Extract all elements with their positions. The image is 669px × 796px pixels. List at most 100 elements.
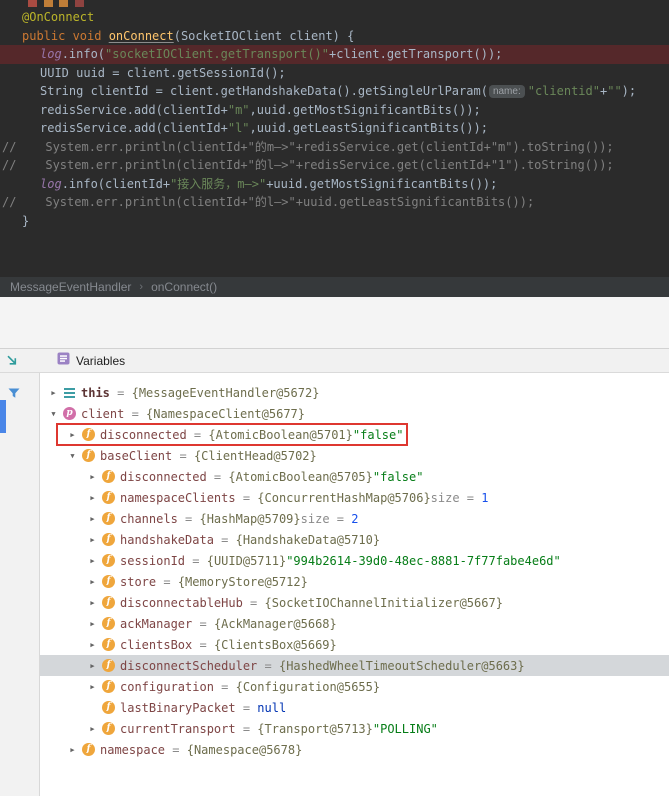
equals-sign: = — [214, 533, 236, 547]
variable-name: disconnectScheduler — [120, 659, 257, 673]
equals-sign: = — [236, 722, 258, 736]
code-token: } — [22, 214, 29, 228]
variable-row-ackManager[interactable]: ▶fackManager = {AckManager@5668} — [40, 613, 669, 634]
equals-sign: = — [236, 491, 258, 505]
variable-row-channels[interactable]: ▶fchannels = {HashMap@5709} size = 2 — [40, 508, 669, 529]
code-token: redisService.add(clientId+ — [40, 121, 228, 135]
object-reference: {HashMap@5709} — [199, 512, 300, 526]
variable-name: store — [120, 575, 156, 589]
clipped-glyph — [59, 0, 68, 7]
field-icon: f — [102, 533, 115, 546]
chevron-right-icon[interactable]: ▶ — [65, 431, 80, 439]
variable-name: lastBinaryPacket — [120, 701, 236, 715]
equals-sign: = — [243, 596, 265, 610]
code-token: ,uuid.getLeastSignificantBits()); — [250, 121, 488, 135]
variable-name: channels — [120, 512, 178, 526]
code-token: redisService.add(clientId+ — [40, 103, 228, 117]
variable-value: "false" — [373, 470, 424, 484]
chevron-right-icon[interactable]: ▶ — [85, 515, 100, 523]
variables-panel-body: ▶this = {MessageEventHandler@5672}▼pclie… — [0, 373, 669, 796]
variable-name: disconnected — [100, 428, 187, 442]
object-reference: {Namespace@5678} — [187, 743, 303, 757]
code-token: log — [40, 177, 62, 191]
field-icon: f — [102, 722, 115, 735]
variable-row-configuration[interactable]: ▶fconfiguration = {Configuration@5655} — [40, 676, 669, 697]
field-icon: f — [102, 680, 115, 693]
equals-sign: = — [187, 428, 209, 442]
code-line-breakpoint[interactable]: log.info("socketIOClient.getTransport()"… — [0, 45, 669, 64]
code-line[interactable]: log.info(clientId+"接入服务，m—>"+uuid.getMos… — [0, 175, 669, 194]
code-line[interactable]: // System.err.println(clientId+"的m—>"+re… — [0, 138, 669, 157]
variable-row-disconnected[interactable]: ▶fdisconnected = {AtomicBoolean@5701} "f… — [40, 424, 669, 445]
breadcrumb-class[interactable]: MessageEventHandler — [10, 280, 131, 294]
equals-sign: = — [156, 575, 178, 589]
variable-name: disconnected — [120, 470, 207, 484]
variable-value: size = — [301, 512, 352, 526]
chevron-down-icon[interactable]: ▼ — [46, 410, 61, 418]
toolwindow-accent-bar — [0, 400, 6, 433]
code-line[interactable]: // System.err.println(clientId+"的l—>"+re… — [0, 156, 669, 175]
code-line[interactable]: // System.err.println(clientId+"的l—>"+uu… — [0, 193, 669, 212]
variable-row-client[interactable]: ▼pclient = {NamespaceClient@5677} — [40, 403, 669, 424]
equals-sign: = — [192, 638, 214, 652]
variable-row-sessionId[interactable]: ▶fsessionId = {UUID@5711} "994b2614-39d0… — [40, 550, 669, 571]
variable-row-currentTransport[interactable]: ▶fcurrentTransport = {Transport@5713} "P… — [40, 718, 669, 739]
variable-row-namespaceClients[interactable]: ▶fnamespaceClients = {ConcurrentHashMap@… — [40, 487, 669, 508]
chevron-right-icon[interactable]: ▶ — [85, 620, 100, 628]
code-token: ,uuid.getMostSignificantBits()); — [250, 103, 481, 117]
chevron-right-icon[interactable]: ▶ — [85, 662, 100, 670]
variable-name: this — [81, 386, 110, 400]
variable-name: baseClient — [100, 449, 172, 463]
code-line[interactable]: UUID uuid = client.getSessionId(); — [0, 64, 669, 83]
code-line[interactable]: String clientId = client.getHandshakeDat… — [0, 82, 669, 101]
variables-tab[interactable]: Variables — [57, 352, 125, 370]
variable-row-baseClient[interactable]: ▼fbaseClient = {ClientHead@5702} — [40, 445, 669, 466]
this-variable-icon — [63, 386, 76, 399]
code-token: "socketIOClient.getTransport()" — [105, 47, 329, 61]
code-line[interactable]: redisService.add(clientId+"m",uuid.getMo… — [0, 101, 669, 120]
chevron-down-icon[interactable]: ▼ — [65, 452, 80, 460]
chevron-right-icon[interactable]: ▶ — [85, 578, 100, 586]
chevron-right-icon[interactable]: ▶ — [85, 473, 100, 481]
chevron-right-icon[interactable]: ▶ — [85, 725, 100, 733]
chevron-right-icon[interactable]: ▶ — [85, 494, 100, 502]
variable-row-store[interactable]: ▶fstore = {MemoryStore@5712} — [40, 571, 669, 592]
code-line[interactable]: } — [0, 212, 669, 231]
object-reference: {ClientsBox@5669} — [214, 638, 337, 652]
variable-row-handshakeData[interactable]: ▶fhandshakeData = {HandshakeData@5710} — [40, 529, 669, 550]
variable-row-clientsBox[interactable]: ▶fclientsBox = {ClientsBox@5669} — [40, 634, 669, 655]
variable-row-disconnected[interactable]: ▶fdisconnected = {AtomicBoolean@5705} "f… — [40, 466, 669, 487]
variable-name: namespace — [100, 743, 165, 757]
code-editor[interactable]: @OnConnectpublic void onConnect(SocketIO… — [0, 0, 669, 277]
chevron-right-icon[interactable]: ▶ — [46, 389, 61, 397]
variable-name: client — [81, 407, 124, 421]
debugger-left-toolbar — [0, 373, 40, 796]
code-line[interactable]: @OnConnect — [0, 8, 669, 27]
code-line[interactable]: public void onConnect(SocketIOClient cli… — [0, 27, 669, 46]
code-line[interactable]: redisService.add(clientId+"l",uuid.getLe… — [0, 119, 669, 138]
equals-sign: = — [214, 680, 236, 694]
code-token: +client.getTransport()); — [329, 47, 502, 61]
code-token: "clientid" — [528, 84, 600, 98]
chevron-right-icon[interactable]: ▶ — [85, 683, 100, 691]
field-icon: f — [102, 491, 115, 504]
chevron-right-icon[interactable]: ▶ — [65, 746, 80, 754]
variable-row-disconnectableHub[interactable]: ▶fdisconnectableHub = {SocketIOChannelIn… — [40, 592, 669, 613]
variable-row-this[interactable]: ▶this = {MessageEventHandler@5672} — [40, 382, 669, 403]
chevron-right-icon[interactable]: ▶ — [85, 536, 100, 544]
variable-row-lastBinaryPacket[interactable]: flastBinaryPacket = null — [40, 697, 669, 718]
code-lines: @OnConnectpublic void onConnect(SocketIO… — [0, 8, 669, 230]
jump-to-source-arrow-icon[interactable] — [5, 354, 18, 367]
variable-row-namespace[interactable]: ▶fnamespace = {Namespace@5678} — [40, 739, 669, 760]
breadcrumb-separator-icon: › — [139, 281, 143, 293]
chevron-right-icon[interactable]: ▶ — [85, 557, 100, 565]
field-icon: f — [82, 449, 95, 462]
variable-row-disconnectScheduler[interactable]: ▶fdisconnectScheduler = {HashedWheelTime… — [40, 655, 669, 676]
breadcrumb: MessageEventHandler › onConnect() — [0, 277, 669, 297]
chevron-right-icon[interactable]: ▶ — [85, 641, 100, 649]
filter-icon[interactable] — [7, 386, 21, 405]
code-token: "接入服务，m—>" — [170, 177, 266, 191]
chevron-right-icon[interactable]: ▶ — [85, 599, 100, 607]
equals-sign: = — [165, 743, 187, 757]
breadcrumb-method[interactable]: onConnect() — [151, 280, 217, 294]
